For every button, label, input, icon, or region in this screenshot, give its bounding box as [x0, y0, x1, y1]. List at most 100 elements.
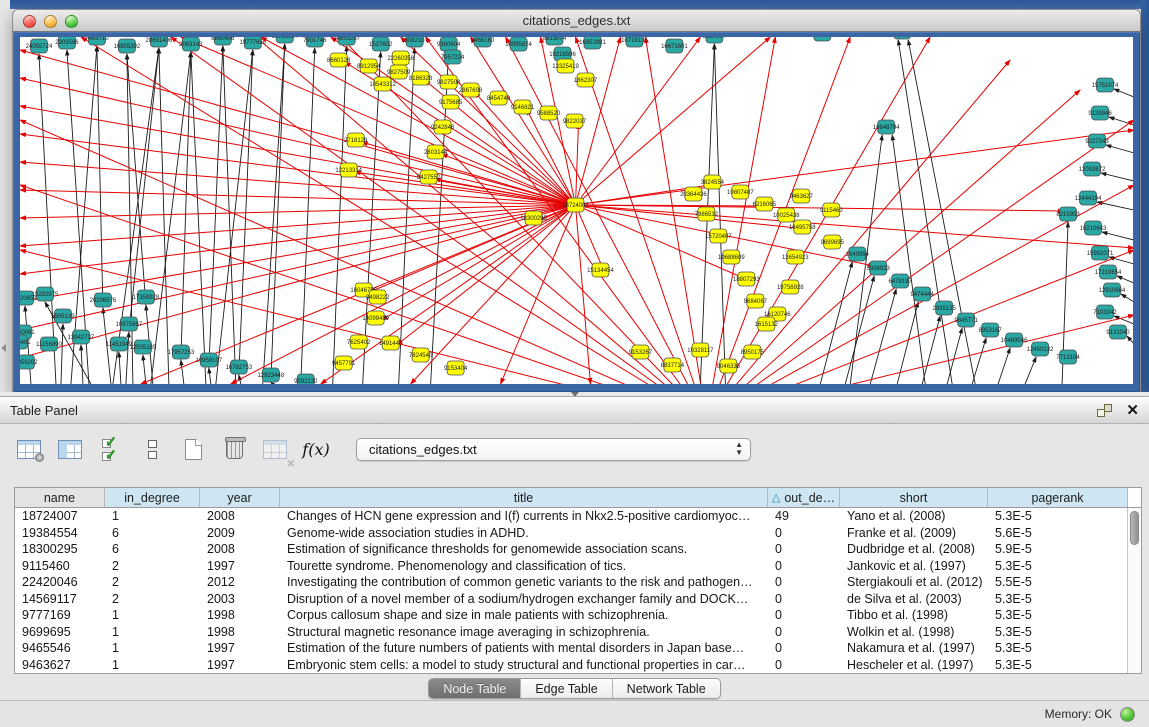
table-cell: 2 [105, 591, 200, 608]
table-cell: 18724007 [15, 508, 105, 525]
column-header-name[interactable]: name [15, 488, 105, 507]
graph-node-label: 16210643 [1080, 226, 1107, 232]
graph-node-label: 8186328 [409, 76, 433, 82]
table-cell: Estimation of significance thresholds fo… [280, 541, 768, 558]
table-cell: 1997 [200, 657, 280, 674]
table-settings-icon[interactable] [14, 433, 44, 465]
table-select-dropdown[interactable]: citations_edges.txt ▲▼ [356, 438, 751, 461]
column-header-in_degree[interactable]: in_degree [105, 488, 200, 507]
tab-node-table[interactable]: Node Table [429, 679, 521, 698]
table-row[interactable]: 911546021997Tourette syndrome. Phenomeno… [15, 558, 1141, 575]
tab-network-table[interactable]: Network Table [613, 679, 720, 698]
scrollbar-thumb[interactable] [1130, 511, 1139, 545]
graph-node-label: 1615132 [755, 322, 779, 328]
table-cell: 1 [105, 607, 200, 624]
column-header-title[interactable]: title [280, 488, 768, 507]
graph-node-label: 2867608 [459, 88, 483, 94]
table-cell: 1997 [200, 558, 280, 575]
close-window-icon[interactable] [23, 15, 36, 28]
graph-node-label: 9588520 [537, 111, 561, 117]
table-cell: 2 [105, 558, 200, 575]
table-cell: Jankovic et al. (1997) [840, 558, 988, 575]
graph-node-label: 9129946 [1088, 111, 1112, 117]
table-cell: 2008 [200, 541, 280, 558]
network-window-titlebar[interactable]: citations_edges.txt [12, 9, 1141, 32]
network-canvas[interactable]: 2405572423035867493710168553922069140620… [20, 37, 1133, 384]
panel-collapse-icon[interactable] [1, 344, 6, 352]
graph-node[interactable] [894, 37, 911, 39]
graph-node-label: 1491440 [379, 341, 403, 347]
table-row[interactable]: 1830029562008Estimation of significance … [15, 541, 1141, 558]
delete-table-icon[interactable] [219, 433, 249, 465]
column-header-pagerank[interactable]: pagerank [988, 488, 1128, 507]
table-cell: 0 [768, 574, 840, 591]
graph-node-label: 10543312 [369, 82, 396, 88]
column-header-short[interactable]: short [840, 488, 988, 507]
table-cell: 5.3E-5 [988, 657, 1128, 674]
graph-node-label: 11156890 [36, 342, 62, 348]
table-cell: 6 [105, 541, 200, 558]
graph-node-label: 9146821 [511, 105, 535, 111]
float-panel-icon[interactable] [1097, 404, 1112, 417]
function-builder-icon[interactable]: f(x) [301, 433, 331, 465]
table-cell: 2012 [200, 574, 280, 591]
table-cell: Corpus callosum shape and size in male p… [280, 607, 768, 624]
column-header-year[interactable]: year [200, 488, 280, 507]
table-cell: 9115460 [15, 558, 105, 575]
graph-node-label: 5938923 [867, 266, 891, 272]
table-cell: 0 [768, 640, 840, 657]
graph-node-label: 3915401 [20, 340, 31, 346]
new-table-icon[interactable] [178, 433, 208, 465]
table-row[interactable]: 946362711997Embryonic stem cells: a mode… [15, 657, 1141, 674]
graph-node-label: 12450132 [1027, 347, 1054, 353]
table-type-tabs: Node TableEdge TableNetwork Table [428, 678, 720, 699]
graph-node-label: 9498222 [366, 295, 390, 301]
table-row[interactable]: 969969511998Structural magnetic resonanc… [15, 624, 1141, 641]
graph-node-label: 10025438 [773, 213, 800, 219]
table-cell: 19384554 [15, 525, 105, 542]
table-toolbar: ✓ ✓ ✕ f(x) citations_edges.txt ▲▼ [0, 424, 1149, 474]
close-panel-icon[interactable]: ✕ [1126, 404, 1139, 417]
graph-node-label: 8427552 [417, 175, 441, 181]
table-row[interactable]: 977716911998Corpus callosum shape and si… [15, 607, 1141, 624]
tab-edge-table[interactable]: Edge Table [521, 679, 612, 698]
graph-node-label: 9684067 [744, 299, 768, 305]
table-cell: 0 [768, 558, 840, 575]
table-cell: 1998 [200, 607, 280, 624]
table-row[interactable]: 946554611997Estimation of the future num… [15, 640, 1141, 657]
graph-node-label: 8215953 [1056, 212, 1080, 218]
vertical-scrollbar[interactable] [1127, 508, 1141, 674]
background-view-border-right [1141, 0, 1149, 394]
minimize-window-icon[interactable] [44, 15, 57, 28]
table-row[interactable]: 1938455462009Genome-wide association stu… [15, 525, 1141, 542]
graph-node-label: 2063143 [179, 42, 203, 48]
graph-node-label: 3813041 [811, 37, 835, 38]
table-cell: 5.3E-5 [988, 640, 1128, 657]
table-cell: 9463627 [15, 657, 105, 674]
table-row[interactable]: 1872400712008Changes of HCN gene express… [15, 508, 1141, 525]
graph-node-label: 16855392 [114, 44, 141, 50]
select-all-columns-icon[interactable]: ✓ ✓ [96, 433, 126, 465]
dropdown-stepper-icon: ▲▼ [735, 441, 743, 457]
graph-node-label: 16671601 [661, 44, 688, 50]
table-cell: 5.6E-5 [988, 525, 1128, 542]
graph-node-label: 18082107 [401, 38, 428, 44]
column-header-out_de[interactable]: △out_de… [768, 488, 840, 507]
graph-node-label: 10719135 [621, 38, 648, 44]
table-cell: Tourette syndrome. Phenomenology and cla… [280, 558, 768, 575]
graph-node-label: 16952981 [579, 40, 606, 46]
table-row[interactable]: 2242004622012Investigating the contribut… [15, 574, 1141, 591]
graph-node-label: 19218596 [549, 52, 576, 58]
memory-status-label: Memory: OK [1045, 707, 1112, 721]
show-columns-icon[interactable] [55, 433, 85, 465]
zoom-window-icon[interactable] [65, 15, 78, 28]
graph-node-label: 20364436 [680, 192, 707, 198]
graph-node-label: 12093872 [1079, 167, 1106, 173]
table-cell: 0 [768, 607, 840, 624]
table-cell: 1 [105, 640, 200, 657]
graph-node-label: 10807487 [727, 190, 754, 196]
table-cell: 49 [768, 508, 840, 525]
table-row[interactable]: 1456911722003Disruption of a novel membe… [15, 591, 1141, 608]
view-mode-icon[interactable] [137, 433, 167, 465]
graph-node-label: 12505185 [130, 345, 157, 351]
